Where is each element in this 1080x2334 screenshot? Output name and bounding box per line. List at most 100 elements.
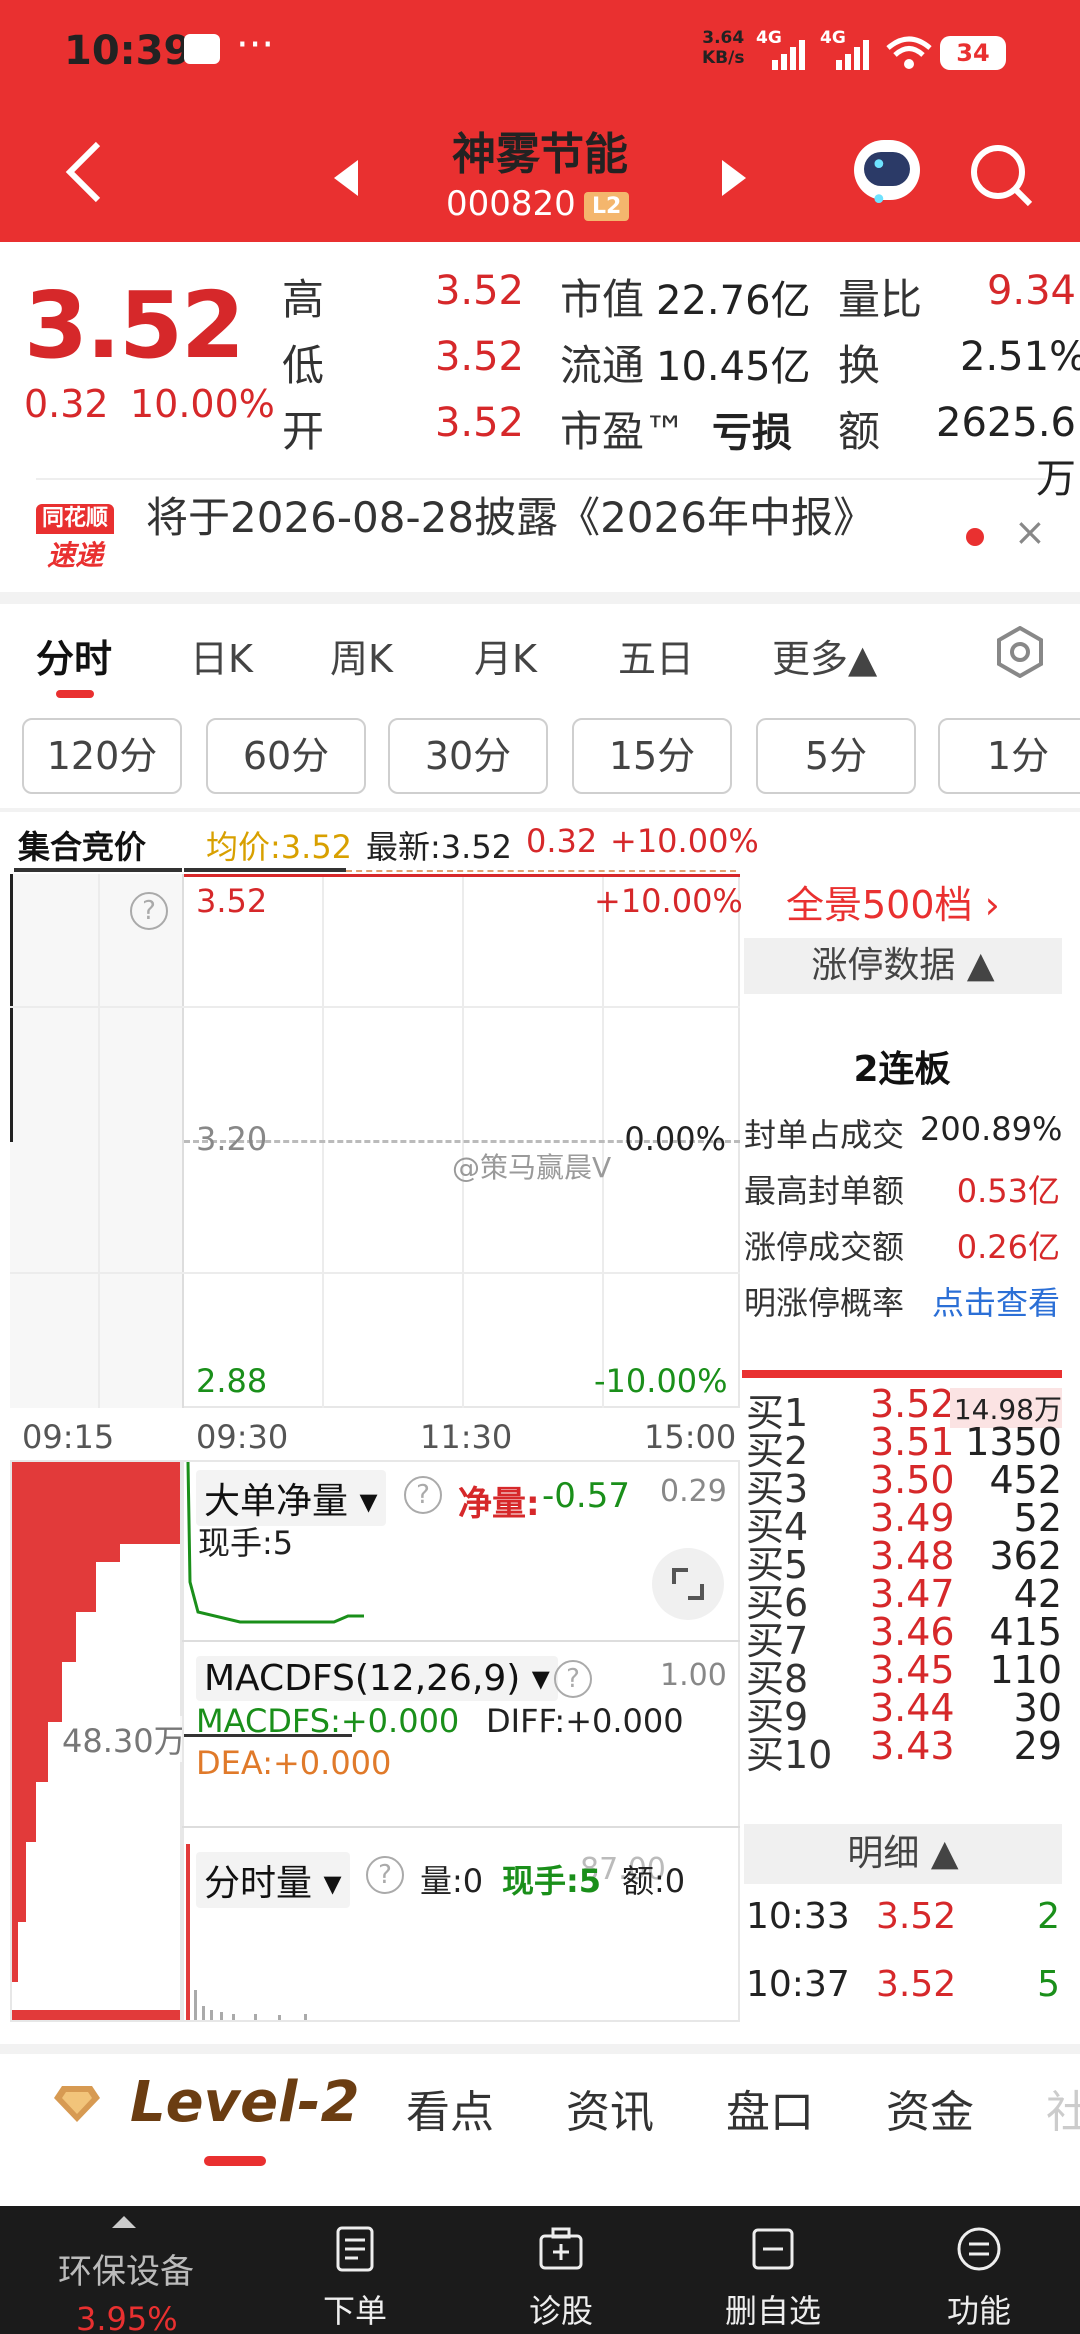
order-icon	[336, 2226, 374, 2272]
tab-handicap[interactable]: 盘口	[726, 2076, 814, 2140]
detail-row-0-price: 3.52	[876, 1896, 957, 1937]
net-label: 净量:	[458, 1484, 540, 1524]
volume-help-icon[interactable]: ?	[366, 1856, 404, 1894]
nav-remove-watch-label: 删自选	[724, 2292, 821, 2330]
volume-hand: 现手:5	[502, 1862, 602, 1900]
volratio-label: 量比	[838, 275, 923, 324]
news-logo-top: 同花顺	[36, 504, 114, 534]
fullscreen-button[interactable]	[652, 1548, 724, 1620]
nav-functions-label: 功能	[946, 2292, 1011, 2330]
mktcap-label: 市值	[560, 275, 645, 324]
detail-row-1-time: 10:37	[746, 1964, 850, 2005]
detail-header[interactable]: 明细 ▲	[744, 1824, 1062, 1884]
volume-selector[interactable]: 分时量 ▾	[196, 1852, 350, 1908]
tab-community[interactable]: 社	[1046, 2076, 1080, 2140]
macd-help-icon[interactable]: ?	[554, 1660, 592, 1698]
tab-highlights[interactable]: 看点	[406, 2076, 494, 2140]
pe-value: 亏损	[712, 410, 792, 456]
limit-row-3-value[interactable]: 点击查看	[900, 1278, 1060, 1324]
pct-label-mid: 0.00%	[624, 1120, 726, 1158]
open-value: 3.52	[434, 400, 524, 446]
stock-code: 000820	[446, 184, 576, 224]
orderbook-top-bar	[742, 1370, 1062, 1378]
low-label: 低	[282, 341, 325, 390]
pe-label: 市盈™	[560, 407, 687, 456]
tab-intraday[interactable]: 分时	[36, 628, 112, 683]
sub-divider-2	[182, 1826, 740, 1828]
period-60[interactable]: 60分	[206, 718, 366, 794]
latest-price: 最新:3.52	[366, 828, 513, 866]
app-notification-icon	[184, 34, 220, 64]
sector-pct: 3.95%	[76, 2300, 178, 2334]
tab-active-indicator	[56, 690, 94, 698]
tab-more[interactable]: 更多▲	[772, 628, 877, 683]
signal-b-icon	[836, 40, 869, 70]
limit-data-header[interactable]: 涨停数据 ▲	[744, 938, 1062, 994]
time-1130: 11:30	[420, 1418, 513, 1456]
period-30[interactable]: 30分	[388, 718, 548, 794]
low-value: 3.52	[434, 334, 524, 380]
signal-a-icon	[772, 40, 805, 70]
y-label-bot: 2.88	[196, 1362, 268, 1400]
dea-value: DEA:+0.000	[196, 1744, 392, 1782]
more-dots-icon: ···	[236, 22, 275, 68]
nav-functions[interactable]: 功能	[924, 2226, 1034, 2332]
limit-row-0-label: 封单占成交	[744, 1116, 905, 1154]
avg-price: 均价:3.52	[206, 828, 353, 866]
price-change-pct: 10.00%	[130, 382, 275, 426]
sector-name[interactable]: 环保设备	[58, 2244, 194, 2293]
float-value: 10.45亿	[656, 344, 811, 390]
big-order-help-icon[interactable]: ?	[404, 1476, 442, 1514]
chart-separator	[0, 808, 1080, 812]
diamond-icon	[54, 2086, 100, 2122]
nav-diagnose[interactable]: 诊股	[506, 2226, 616, 2332]
turnover-label: 换	[838, 341, 881, 390]
news-unread-dot	[966, 528, 984, 546]
help-icon[interactable]: ?	[130, 892, 168, 930]
section-separator	[0, 592, 1080, 604]
news-text[interactable]: 将于2026-08-28披露《2026年中报》	[146, 484, 875, 545]
news-close-icon[interactable]: ×	[1014, 510, 1046, 554]
tab-funds[interactable]: 资金	[886, 2076, 974, 2140]
limit-row-2-label: 涨停成交额	[744, 1228, 905, 1266]
nav-order[interactable]: 下单	[300, 2226, 410, 2332]
limit-row-1-value: 0.53亿	[956, 1172, 1060, 1210]
pct-label-bot: -10.00%	[594, 1362, 728, 1400]
net-speed: 3.64 KB/s	[702, 28, 744, 68]
price-change: 0.32	[24, 382, 109, 426]
tab-news[interactable]: 资讯	[566, 2076, 654, 2140]
tab-monthly-k[interactable]: 月K	[474, 628, 537, 683]
news-logo-bottom: 速递	[46, 539, 103, 572]
amount-label: 额	[838, 407, 881, 456]
macd-selector[interactable]: MACDFS(12,26,9) ▾	[196, 1656, 558, 1701]
period-15[interactable]: 15分	[572, 718, 732, 794]
level2-badge: L2	[584, 192, 630, 221]
period-1[interactable]: 1分	[938, 718, 1080, 794]
orderbook-row-10-price: 3.43	[870, 1724, 955, 1768]
limit-streak: 2连板	[853, 1049, 951, 1090]
nav-diagnose-label: 诊股	[528, 2292, 593, 2330]
time-0915: 09:15	[22, 1418, 115, 1456]
tab-five-day[interactable]: 五日	[618, 628, 694, 683]
tab-daily-k[interactable]: 日K	[190, 628, 253, 683]
diff-value: DIFF:+0.000	[486, 1702, 684, 1740]
info-dashed-line	[346, 870, 736, 872]
assistant-robot-icon[interactable]	[854, 140, 920, 218]
news-logo: 同花顺 速递	[36, 504, 114, 572]
news-divider	[36, 478, 1046, 480]
tab-weekly-k[interactable]: 周K	[330, 628, 393, 683]
period-120[interactable]: 120分	[22, 718, 182, 794]
next-stock-icon[interactable]	[722, 160, 746, 196]
settings-icon[interactable]	[994, 626, 1046, 678]
full-depth-link[interactable]: 全景500档 ›	[786, 874, 1000, 929]
grid-h-1	[10, 1006, 740, 1008]
auction-underline	[14, 868, 182, 872]
pct-label-top: +10.00%	[594, 882, 743, 920]
fullscreen-icon	[672, 1568, 704, 1600]
nav-remove-watch[interactable]: 删自选	[708, 2226, 838, 2332]
search-icon[interactable]	[968, 142, 1034, 208]
auction-panel	[10, 874, 182, 1408]
period-5[interactable]: 5分	[756, 718, 916, 794]
tab-level2[interactable]: Level-2	[130, 2070, 360, 2135]
limit-row-1-label: 最高封单额	[744, 1172, 905, 1210]
